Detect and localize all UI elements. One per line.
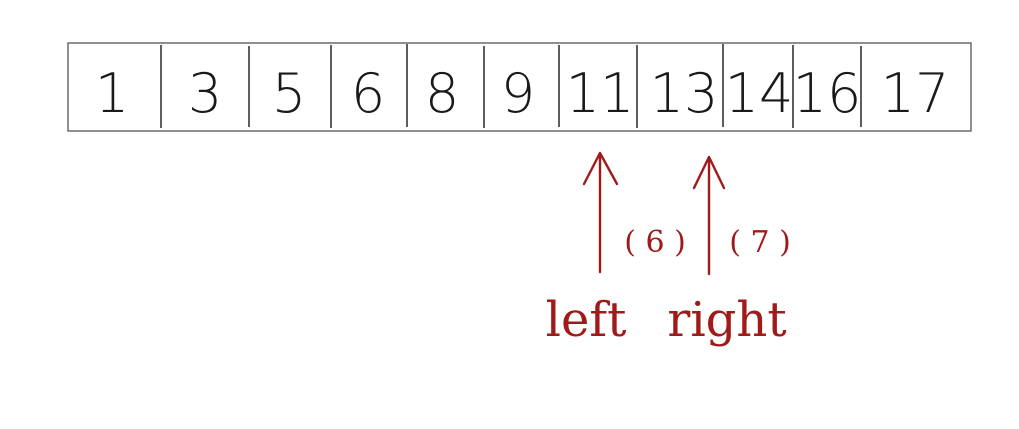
array-cell-value: 16 xyxy=(793,62,862,125)
array-cell-value: 8 xyxy=(425,62,459,125)
array-cell-value: 5 xyxy=(272,62,306,125)
left-pointer: ( 6 ) left xyxy=(546,151,686,348)
right-pointer: ( 7 ) right xyxy=(667,155,791,348)
array-cell-value: 14 xyxy=(725,62,794,125)
array-cell-value: 6 xyxy=(351,62,385,125)
array-cell-value: 9 xyxy=(501,62,535,125)
right-pointer-label: right xyxy=(667,292,786,348)
left-index-label: ( 6 ) xyxy=(624,225,686,260)
array-cell-value: 17 xyxy=(881,62,950,125)
two-pointer-diagram: 1 3 5 6 8 9 11 13 14 16 17 ( 6 ) left ( … xyxy=(67,42,972,348)
sorted-array: 1 3 5 6 8 9 11 13 14 16 17 xyxy=(67,42,972,132)
array-cell-value: 3 xyxy=(188,62,222,125)
array-cell-value: 11 xyxy=(566,62,635,125)
left-pointer-label: left xyxy=(546,292,627,348)
right-index-label: ( 7 ) xyxy=(729,225,791,260)
array-cell-value: 1 xyxy=(95,62,129,125)
array-cell-value: 13 xyxy=(650,62,719,125)
